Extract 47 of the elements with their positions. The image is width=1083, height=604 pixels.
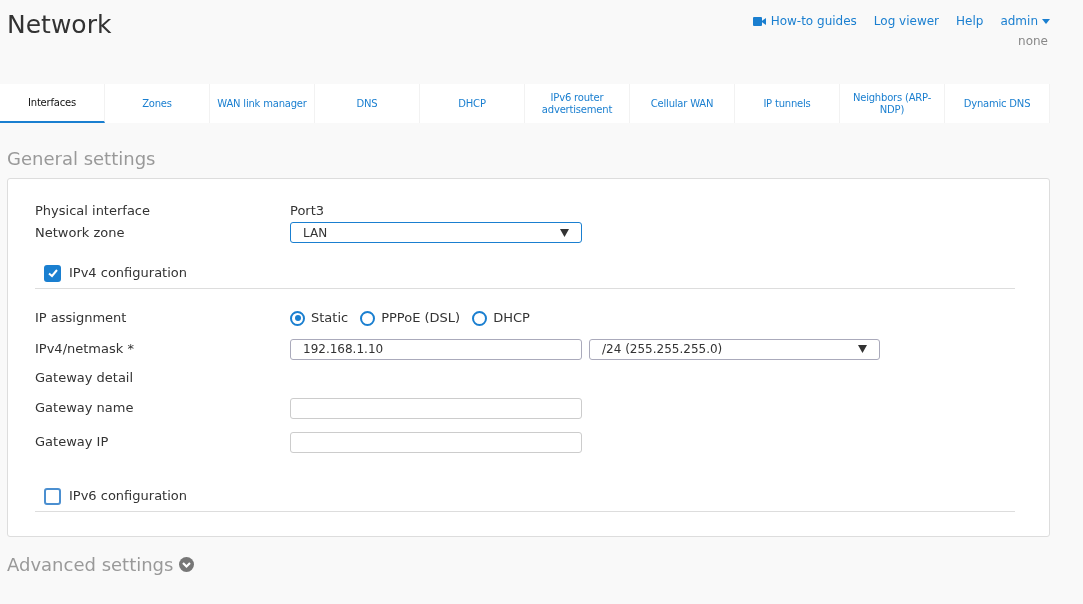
page-title: Network <box>6 9 112 41</box>
tab[interactable]: Cellular WAN <box>630 84 735 123</box>
tab[interactable]: Dynamic DNS <box>945 84 1050 123</box>
field-label: IP assignment <box>35 309 128 328</box>
text-field[interactable] <box>290 431 582 453</box>
field-label: Network zone <box>35 224 126 242</box>
advanced-settings-toggle[interactable]: Advanced settings <box>7 551 195 578</box>
tab[interactable]: Neighbors (ARP-NDP) <box>840 84 945 123</box>
user-organization: none <box>1018 33 1049 50</box>
header-link[interactable]: Help <box>956 12 984 30</box>
tab[interactable]: Zones <box>105 84 210 123</box>
tab[interactable]: WAN link manager <box>210 84 315 123</box>
radio-button[interactable] <box>290 310 305 326</box>
header-link[interactable]: Log viewer <box>873 12 940 30</box>
checkmark-icon <box>46 267 59 279</box>
checkbox[interactable] <box>44 264 61 282</box>
radio-label: DHCP <box>493 309 530 328</box>
tab[interactable]: IPv6 router advertisement <box>525 84 630 123</box>
network-zone-select[interactable]: LAN <box>290 222 582 243</box>
radio-label: Static <box>311 309 349 328</box>
section-heading: General settings <box>6 147 157 171</box>
dropdown-caret-icon <box>560 228 569 237</box>
tab[interactable]: Interfaces <box>0 84 105 123</box>
field-value: Port3 <box>290 201 325 220</box>
caret-down-icon <box>1042 18 1050 24</box>
field-label: IPv4/netmask * <box>35 340 135 359</box>
netmask-select[interactable]: /24 (255.255.255.0) <box>589 338 880 360</box>
field-label: Gateway detail <box>35 369 135 388</box>
ip-address-field[interactable]: 192.168.1.10 <box>290 338 582 360</box>
tab[interactable]: IP tunnels <box>735 84 840 123</box>
video-camera-icon <box>752 16 766 26</box>
radio-button[interactable] <box>472 310 488 326</box>
tab[interactable]: DHCP <box>420 84 525 123</box>
field-label: Gateway name <box>35 399 135 418</box>
field-label: Physical interface <box>35 201 151 220</box>
radio-button[interactable] <box>360 310 376 326</box>
text-field[interactable] <box>290 397 582 419</box>
field-label: Gateway IP <box>35 433 110 452</box>
header-link[interactable]: How-to guides <box>752 12 857 30</box>
checkbox[interactable] <box>44 487 61 505</box>
dropdown-caret-icon <box>858 345 867 353</box>
checkbox-label: IPv6 configuration <box>69 487 187 506</box>
tab[interactable]: DNS <box>315 84 420 123</box>
chevron-down-icon <box>179 557 195 572</box>
checkbox-label: IPv4 configuration <box>69 264 187 283</box>
user-menu[interactable]: admin <box>1000 12 1050 30</box>
radio-label: PPPoE (DSL) <box>381 309 461 328</box>
